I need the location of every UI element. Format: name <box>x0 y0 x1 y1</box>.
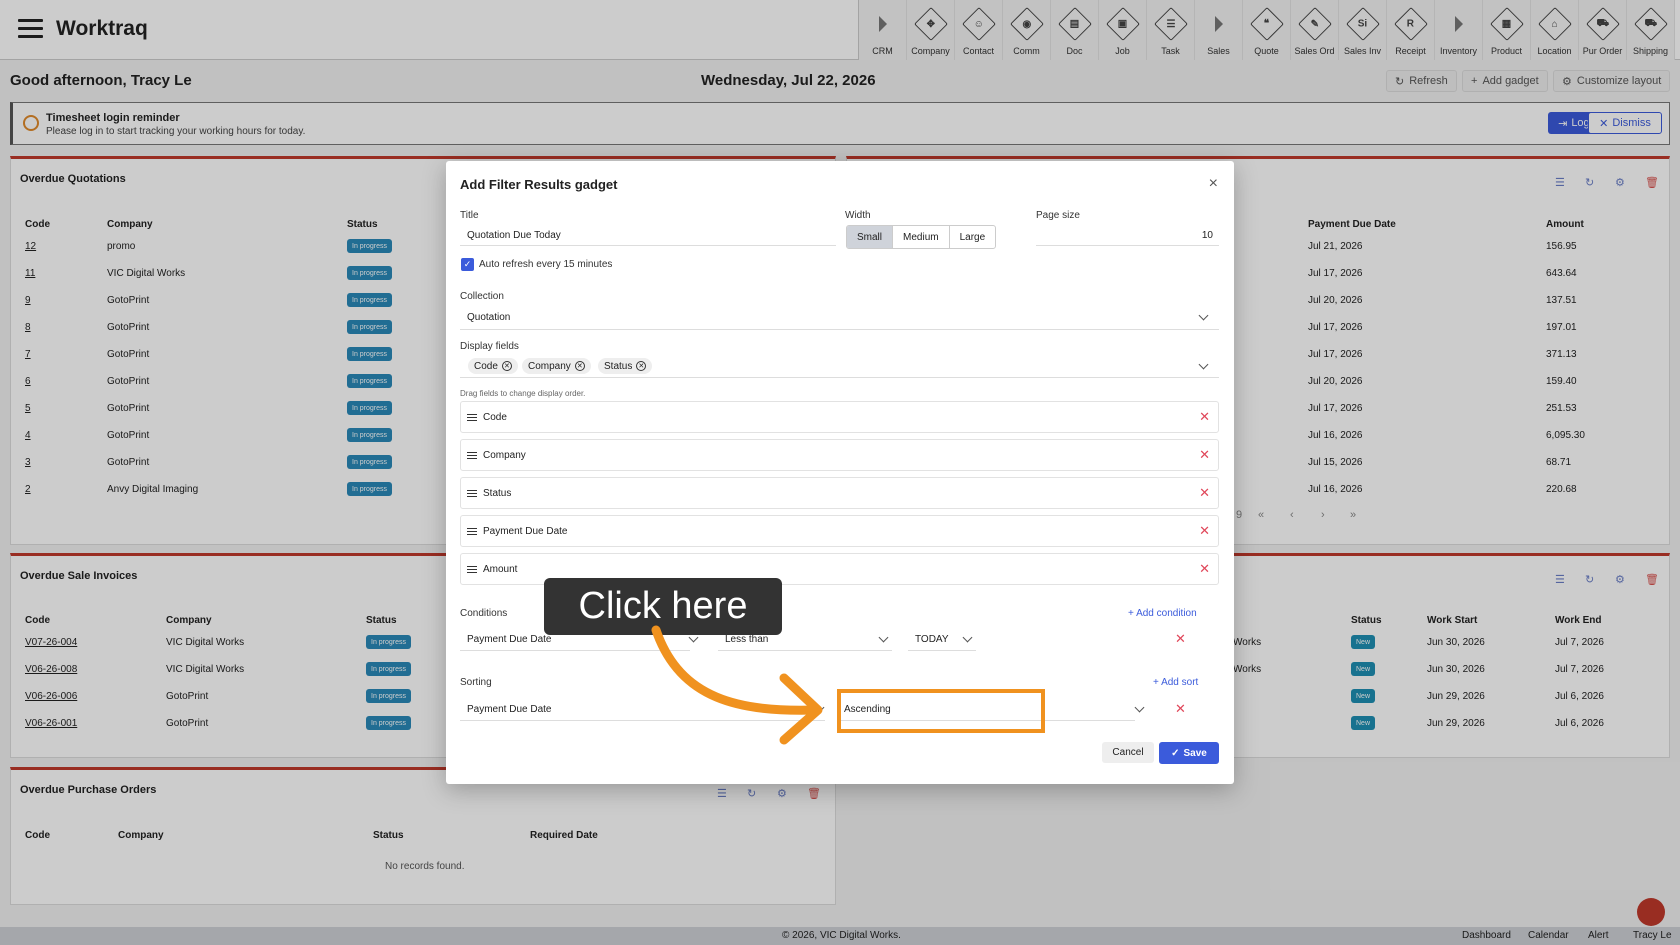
sort-field-value: Payment Due Date <box>467 704 552 715</box>
chevron-down-icon <box>1134 702 1145 713</box>
condition-operator-value: Less than <box>725 634 769 645</box>
collection-label: Collection <box>460 291 504 302</box>
tutorial-highlight-box <box>837 689 1045 733</box>
width-medium-option[interactable]: Medium <box>893 226 950 248</box>
auto-refresh-label: Auto refresh every 15 minutes <box>479 259 613 270</box>
title-input[interactable]: Quotation Due Today <box>460 226 836 246</box>
field-label: Status <box>483 487 512 499</box>
field-label: Amount <box>483 563 518 575</box>
width-small-option[interactable]: Small <box>847 226 894 248</box>
remove-sort-icon[interactable]: ✕ <box>1175 701 1226 717</box>
conditions-label: Conditions <box>460 608 508 619</box>
display-field-row[interactable]: Company ✕ <box>460 439 1219 471</box>
width-large-option[interactable]: Large <box>950 226 996 248</box>
chip-label: Code <box>474 360 498 372</box>
remove-chip-icon[interactable]: ✕ <box>636 361 647 371</box>
cancel-button[interactable]: Cancel <box>1102 742 1154 763</box>
drag-handle-icon[interactable] <box>467 565 477 573</box>
display-field-row[interactable]: Status ✕ <box>460 477 1219 509</box>
chip-label: Status <box>604 360 633 372</box>
field-label: Company <box>483 449 526 461</box>
drag-handle-icon[interactable] <box>467 527 477 535</box>
drag-handle-icon[interactable] <box>467 451 477 459</box>
drag-handle-icon[interactable] <box>467 489 477 497</box>
collection-select[interactable]: Quotation <box>460 306 1219 330</box>
title-label: Title <box>460 210 479 221</box>
display-field-row[interactable]: Payment Due Date ✕ <box>460 515 1219 547</box>
collection-value: Quotation <box>467 312 511 323</box>
remove-condition-icon[interactable]: ✕ <box>1175 631 1226 647</box>
remove-field-icon[interactable]: ✕ <box>1199 561 1210 577</box>
add-condition-label: Add condition <box>1136 608 1197 619</box>
auto-refresh-checkbox[interactable]: ✓ <box>461 258 474 271</box>
chip-label: Company <box>528 360 571 372</box>
page-size-label: Page size <box>1036 210 1080 221</box>
check-icon: ✓ <box>1171 747 1180 759</box>
chip-code: Code ✕ <box>468 358 518 374</box>
remove-field-icon[interactable]: ✕ <box>1199 447 1210 463</box>
add-sort-button[interactable]: + Add sort <box>1153 677 1198 688</box>
chip-company: Company ✕ <box>522 358 591 374</box>
condition-field-value: Payment Due Date <box>467 634 552 645</box>
field-label: Code <box>483 411 507 423</box>
tutorial-tooltip: Click here <box>544 578 782 635</box>
remove-field-icon[interactable]: ✕ <box>1199 485 1210 501</box>
remove-field-icon[interactable]: ✕ <box>1199 523 1210 539</box>
add-sort-label: Add sort <box>1161 677 1199 688</box>
drag-handle-icon[interactable] <box>467 413 477 421</box>
width-selector: Small Medium Large <box>846 225 997 249</box>
remove-field-icon[interactable]: ✕ <box>1199 409 1210 425</box>
sorting-label: Sorting <box>460 677 492 688</box>
width-label: Width <box>845 210 871 221</box>
display-fields-label: Display fields <box>460 341 519 352</box>
chip-status: Status ✕ <box>598 358 653 374</box>
field-label: Payment Due Date <box>483 525 568 537</box>
sort-field-select[interactable]: Payment Due Date <box>460 699 825 721</box>
add-condition-button[interactable]: + Add condition <box>1128 608 1197 619</box>
remove-chip-icon[interactable]: ✕ <box>574 361 585 371</box>
dialog-title: Add Filter Results gadget <box>460 177 618 192</box>
drag-hint: Drag fields to change display order. <box>460 389 586 398</box>
page-size-input[interactable]: 10 <box>1036 226 1219 246</box>
remove-chip-icon[interactable]: ✕ <box>501 361 512 371</box>
save-button[interactable]: ✓ Save <box>1159 742 1219 764</box>
condition-value: TODAY <box>915 634 949 645</box>
close-icon[interactable]: × <box>1209 175 1218 193</box>
display-field-row[interactable]: Code ✕ <box>460 401 1219 433</box>
